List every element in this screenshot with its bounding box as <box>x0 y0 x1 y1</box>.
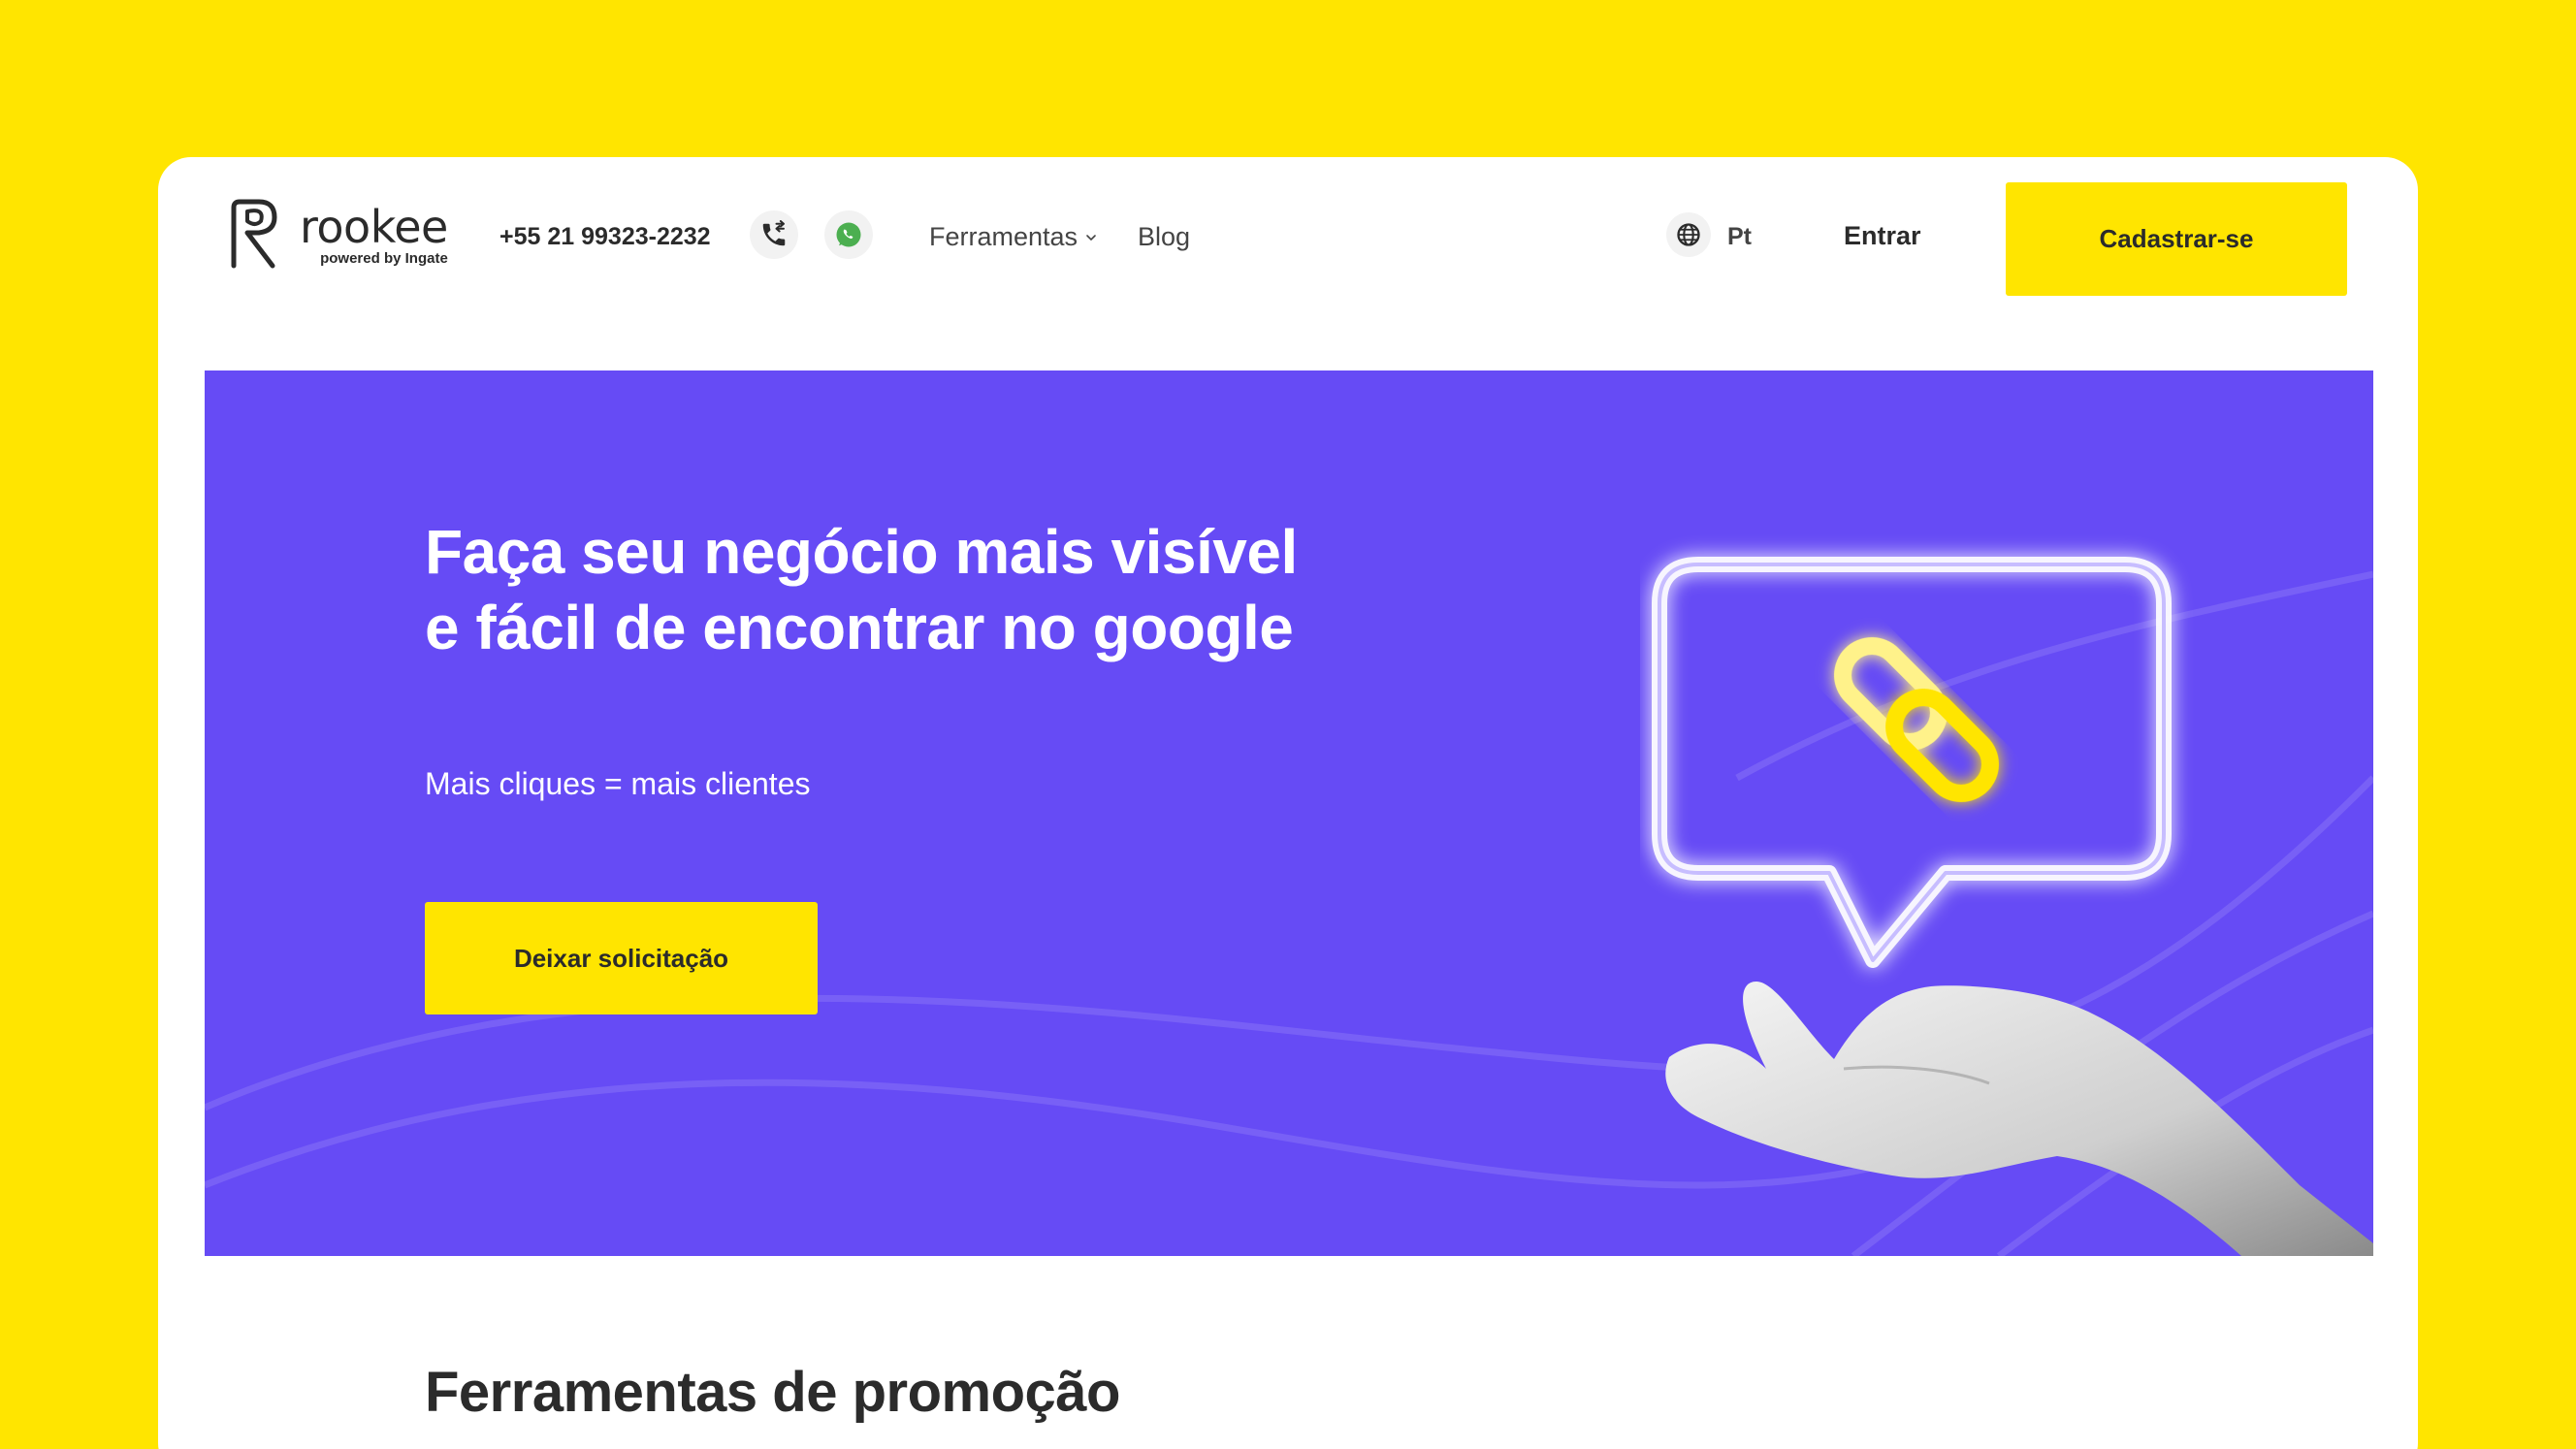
phone-link[interactable]: +55 21 99323-2232 <box>499 223 711 251</box>
logo-text: rookee powered by Ingate <box>300 205 448 266</box>
leave-request-button[interactable]: Deixar solicitação <box>425 902 818 1014</box>
phone-call-icon[interactable] <box>750 210 798 259</box>
hero-subtitle: Mais cliques = mais clientes <box>425 766 811 801</box>
hero-banner: Faça seu negócio mais visível e fácil de… <box>205 370 2373 1256</box>
chevron-down-icon <box>1086 234 1096 241</box>
nav-blog-link[interactable]: Blog <box>1138 222 1190 252</box>
promotion-tools-heading: Ferramentas de promoção <box>425 1361 1120 1424</box>
site-header: rookee powered by Ingate +55 21 99323-22… <box>158 157 2418 370</box>
hero-title: Faça seu negócio mais visível e fácil de… <box>425 517 1298 662</box>
rookee-logo-icon <box>231 199 277 269</box>
page-card: rookee powered by Ingate +55 21 99323-22… <box>158 157 2418 1449</box>
language-selector[interactable]: Pt <box>1727 223 1752 251</box>
signup-button[interactable]: Cadastrar-se <box>2006 182 2347 296</box>
globe-icon[interactable] <box>1666 212 1711 257</box>
nav-tools-dropdown[interactable]: Ferramentas <box>929 222 1097 252</box>
whatsapp-icon[interactable] <box>824 210 873 259</box>
logo-wordmark: rookee <box>300 200 448 253</box>
nav-tools-label: Ferramentas <box>929 222 1079 251</box>
login-link[interactable]: Entrar <box>1844 221 1921 251</box>
link-chat-bubble-hand-illustration <box>1652 557 2373 1256</box>
logo-link[interactable]: rookee powered by Ingate <box>226 196 448 274</box>
logo-tagline: powered by Ingate <box>320 249 448 267</box>
